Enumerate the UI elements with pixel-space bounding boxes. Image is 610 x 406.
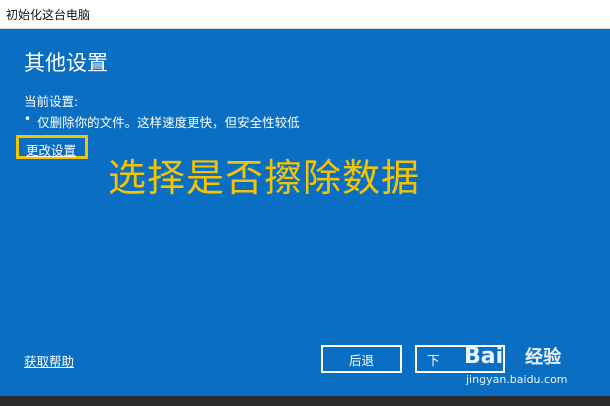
- change-settings-link[interactable]: 更改设置: [26, 140, 76, 159]
- title-bar: 初始化这台电脑: [0, 0, 610, 29]
- watermark-url: jingyan.baidu.com: [466, 373, 568, 386]
- settings-panel: 其他设置 当前设置: • 仅删除你的文件。这样速度更快，但安全性较低 更改设置 …: [0, 29, 610, 396]
- page-title: 其他设置: [24, 51, 108, 75]
- get-help-link[interactable]: 获取帮助: [24, 351, 74, 370]
- paw-icon: 🐾: [504, 348, 525, 367]
- bullet-icon: •: [24, 112, 32, 126]
- watermark: Bai🐾经验 jingyan.baidu.com: [458, 343, 588, 399]
- window-title: 初始化这台电脑: [6, 8, 91, 22]
- back-button[interactable]: 后退: [321, 345, 402, 373]
- annotation-text: 选择是否擦除数据: [108, 156, 421, 200]
- bottom-bar: [0, 396, 610, 406]
- current-settings-label: 当前设置:: [24, 94, 79, 109]
- highlight-box: 更改设置: [16, 135, 88, 159]
- watermark-logo-bai: Bai: [464, 344, 504, 369]
- watermark-logo-jingyan: 经验: [525, 347, 562, 368]
- current-option-item: • 仅删除你的文件。这样速度更快，但安全性较低: [24, 112, 300, 131]
- watermark-logo: Bai🐾经验: [464, 343, 561, 369]
- current-option-text: 仅删除你的文件。这样速度更快，但安全性较低: [37, 115, 300, 130]
